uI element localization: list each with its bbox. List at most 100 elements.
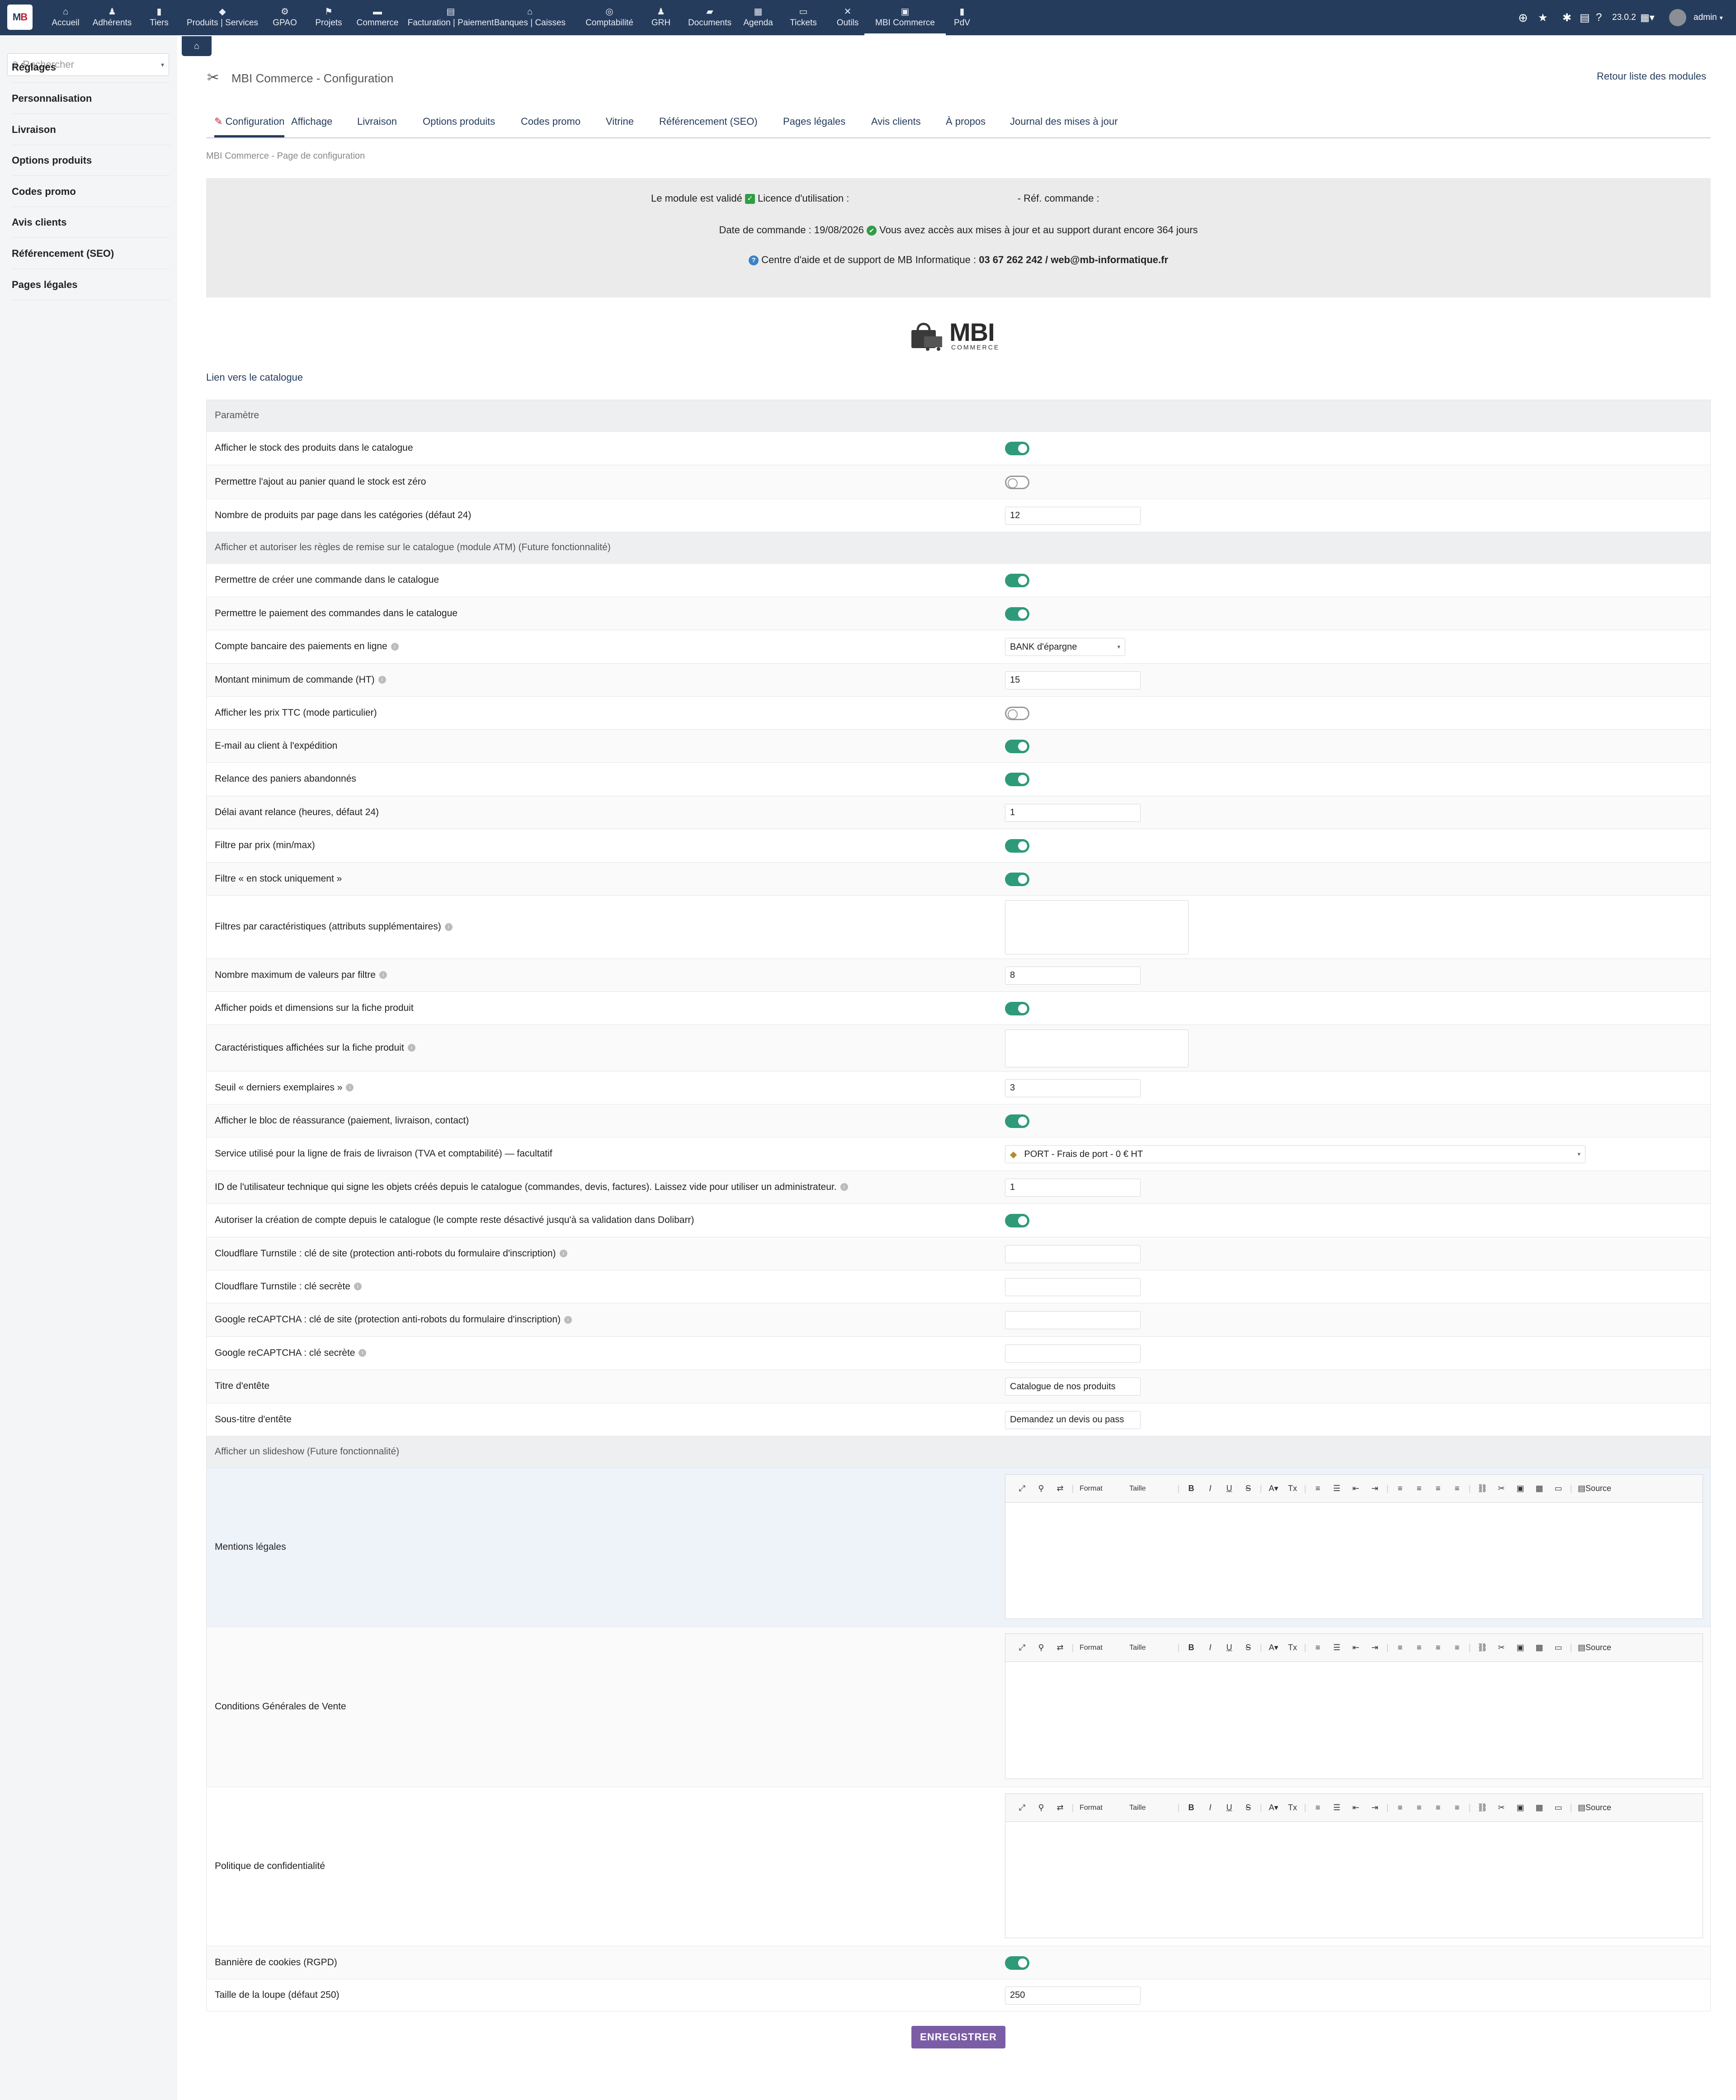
- toggle-on[interactable]: [1005, 1214, 1029, 1227]
- toggle-off[interactable]: [1005, 475, 1029, 489]
- help-icon[interactable]: ?: [1596, 0, 1602, 35]
- find-icon[interactable]: ⚲: [1032, 1643, 1051, 1652]
- replace-icon[interactable]: ⇄: [1051, 1643, 1070, 1652]
- sidebar-item-4[interactable]: Codes promo: [12, 186, 170, 207]
- toggle-on[interactable]: [1005, 442, 1029, 455]
- rich-text-editor[interactable]: ⤢ ⚲ ⇄ | Format Taille | B I U S | A▾ Tx | ≡ ☰ ⇤ ⇥ | ≡ ≡ ≡ ≡ | ⛓ ✂ ▣…: [1005, 1474, 1703, 1619]
- bullet-list-icon[interactable]: ☰: [1327, 1803, 1346, 1812]
- text-input[interactable]: 1: [1005, 803, 1141, 822]
- tab-9[interactable]: À propos: [946, 116, 986, 127]
- catalog-link[interactable]: Lien vers le catalogue: [206, 372, 303, 383]
- print-icon[interactable]: ▤: [1580, 0, 1590, 35]
- replace-icon[interactable]: ⇄: [1051, 1484, 1070, 1493]
- find-icon[interactable]: ⚲: [1032, 1803, 1051, 1812]
- link-icon[interactable]: ⛓: [1473, 1484, 1492, 1493]
- text-input[interactable]: [1005, 1278, 1141, 1296]
- italic-icon[interactable]: I: [1201, 1643, 1220, 1652]
- size-dropdown[interactable]: Taille: [1126, 1644, 1175, 1652]
- text-input[interactable]: 15: [1005, 671, 1141, 689]
- menu-commerce[interactable]: ▬ Commerce: [337, 0, 418, 35]
- toggle-off[interactable]: [1005, 706, 1029, 720]
- maximize-icon[interactable]: ⤢: [1013, 1803, 1032, 1812]
- table-icon[interactable]: ▦: [1530, 1803, 1549, 1812]
- tab-2[interactable]: Livraison: [357, 116, 397, 127]
- menu-bank[interactable]: ⌂ Banques | Caisses: [489, 0, 571, 35]
- image-icon[interactable]: ▣: [1511, 1484, 1530, 1493]
- bold-icon[interactable]: B: [1182, 1803, 1201, 1812]
- toggle-on[interactable]: [1005, 1114, 1029, 1128]
- text-input[interactable]: 250: [1005, 1986, 1141, 2005]
- back-to-modules-link[interactable]: Retour liste des modules: [1597, 71, 1706, 82]
- clear-format-icon[interactable]: Tx: [1283, 1803, 1302, 1812]
- indent-icon[interactable]: ⇥: [1365, 1803, 1384, 1812]
- bank-account-select[interactable]: BANK d'épargne ▾: [1005, 638, 1125, 656]
- tab-10[interactable]: Journal des mises à jour: [1010, 116, 1118, 127]
- link-icon[interactable]: ⛓: [1473, 1643, 1492, 1652]
- sidebar-item-1[interactable]: Personnalisation: [12, 93, 170, 114]
- text-input[interactable]: [1005, 1311, 1141, 1329]
- sidebar-item-7[interactable]: Pages légales: [12, 279, 170, 300]
- italic-icon[interactable]: I: [1201, 1803, 1220, 1812]
- table-icon[interactable]: ▦: [1530, 1484, 1549, 1493]
- image-icon[interactable]: ▣: [1511, 1803, 1530, 1812]
- clear-format-icon[interactable]: Tx: [1283, 1643, 1302, 1652]
- justify-icon[interactable]: ≡: [1448, 1484, 1467, 1493]
- justify-icon[interactable]: ≡: [1448, 1643, 1467, 1652]
- toggle-on[interactable]: [1005, 574, 1029, 587]
- indent-icon[interactable]: ⇥: [1365, 1484, 1384, 1493]
- numbered-list-icon[interactable]: ≡: [1308, 1803, 1327, 1812]
- maximize-icon[interactable]: ⤢: [1013, 1643, 1032, 1652]
- bug-icon[interactable]: ✱: [1562, 0, 1571, 35]
- text-input[interactable]: Demandez un devis ou pass: [1005, 1411, 1141, 1429]
- sidebar-item-3[interactable]: Options produits: [12, 155, 170, 176]
- clear-format-icon[interactable]: Tx: [1283, 1484, 1302, 1493]
- numbered-list-icon[interactable]: ≡: [1308, 1484, 1327, 1493]
- text-input[interactable]: [1005, 1245, 1141, 1263]
- align-center-icon[interactable]: ≡: [1410, 1643, 1429, 1652]
- shipping-service-select[interactable]: ◆ PORT - Frais de port - 0 € HT ▾: [1005, 1145, 1585, 1163]
- bullet-list-icon[interactable]: ☰: [1327, 1484, 1346, 1493]
- format-dropdown[interactable]: Format: [1076, 1485, 1126, 1493]
- unlink-icon[interactable]: ✂: [1492, 1643, 1511, 1652]
- tab-7[interactable]: Pages légales: [783, 116, 845, 127]
- text-input[interactable]: 3: [1005, 1079, 1141, 1097]
- calendar-dropdown-icon[interactable]: ▦▾: [1640, 0, 1655, 35]
- hr-icon[interactable]: ▭: [1549, 1643, 1568, 1652]
- size-dropdown[interactable]: Taille: [1126, 1804, 1175, 1812]
- menu-pos[interactable]: ▮ PdV: [921, 0, 1003, 35]
- menu-invoice[interactable]: ▤ Facturation | Paiement: [408, 0, 494, 35]
- toggle-on[interactable]: [1005, 839, 1029, 853]
- toggle-on[interactable]: [1005, 773, 1029, 786]
- source-button[interactable]: ▤ Source: [1574, 1643, 1615, 1652]
- avatar[interactable]: [1669, 0, 1686, 35]
- save-button[interactable]: ENREGISTRER: [911, 2026, 1005, 2048]
- toggle-on[interactable]: [1005, 739, 1029, 753]
- text-color-icon[interactable]: A▾: [1264, 1484, 1283, 1493]
- table-icon[interactable]: ▦: [1530, 1643, 1549, 1652]
- hr-icon[interactable]: ▭: [1549, 1803, 1568, 1812]
- image-icon[interactable]: ▣: [1511, 1643, 1530, 1652]
- home-button[interactable]: ⌂: [182, 36, 212, 56]
- tab-1[interactable]: Affichage: [291, 116, 332, 127]
- unlink-icon[interactable]: ✂: [1492, 1803, 1511, 1812]
- user-menu[interactable]: admin ▾: [1694, 0, 1723, 35]
- align-left-icon[interactable]: ≡: [1391, 1643, 1410, 1652]
- align-center-icon[interactable]: ≡: [1410, 1803, 1429, 1812]
- underline-icon[interactable]: U: [1220, 1484, 1239, 1493]
- sidebar-item-5[interactable]: Avis clients: [12, 217, 170, 238]
- format-dropdown[interactable]: Format: [1076, 1644, 1126, 1652]
- tab-5[interactable]: Vitrine: [606, 116, 634, 127]
- strike-icon[interactable]: S: [1239, 1484, 1258, 1493]
- strike-icon[interactable]: S: [1239, 1643, 1258, 1652]
- hr-icon[interactable]: ▭: [1549, 1484, 1568, 1493]
- underline-icon[interactable]: U: [1220, 1643, 1239, 1652]
- toggle-on[interactable]: [1005, 607, 1029, 621]
- text-input[interactable]: [1005, 1344, 1141, 1363]
- format-dropdown[interactable]: Format: [1076, 1804, 1126, 1812]
- align-right-icon[interactable]: ≡: [1429, 1803, 1448, 1812]
- rich-text-editor[interactable]: ⤢ ⚲ ⇄ | Format Taille | B I U S | A▾ Tx | ≡ ☰ ⇤ ⇥ | ≡ ≡ ≡ ≡ | ⛓ ✂ ▣…: [1005, 1793, 1703, 1938]
- underline-icon[interactable]: U: [1220, 1803, 1239, 1812]
- align-left-icon[interactable]: ≡: [1391, 1484, 1410, 1493]
- text-input[interactable]: 8: [1005, 966, 1141, 985]
- text-color-icon[interactable]: A▾: [1264, 1803, 1283, 1812]
